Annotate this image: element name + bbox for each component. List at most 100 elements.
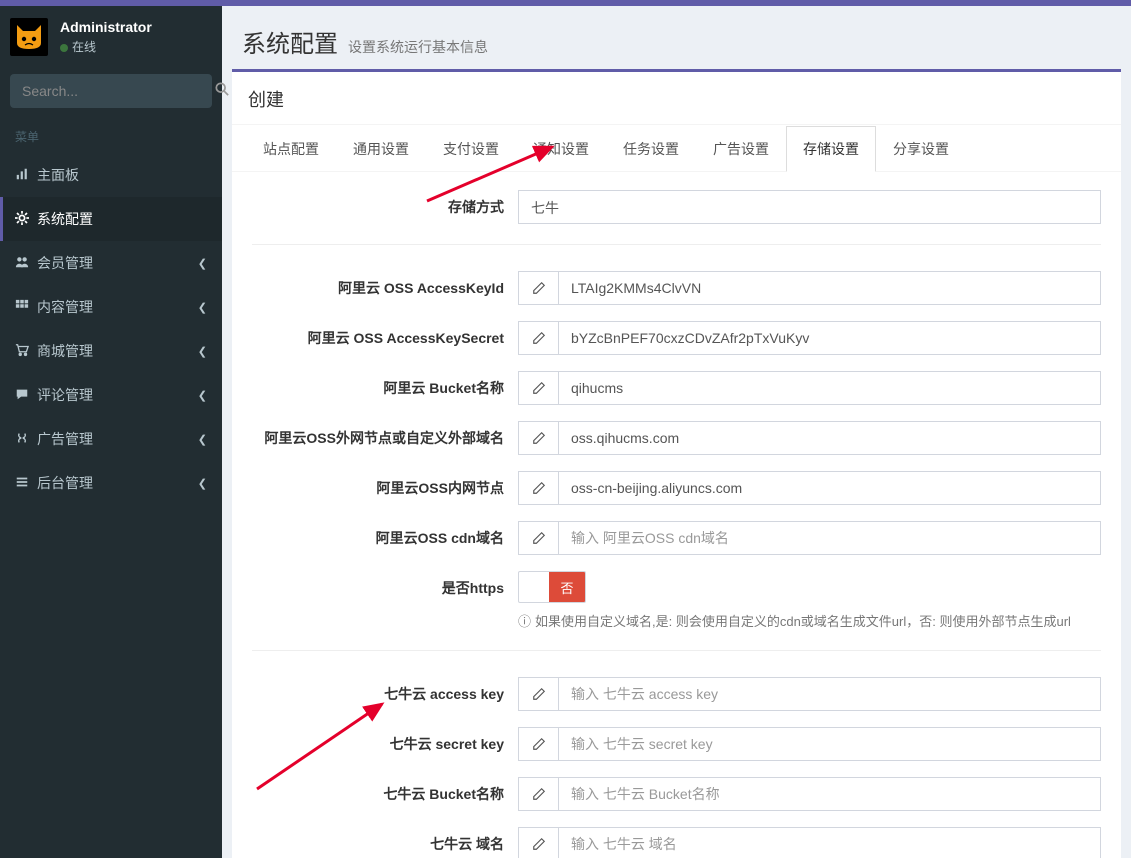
field-label: 七牛云 access key bbox=[252, 677, 518, 704]
row-b-3: 七牛云 域名 bbox=[252, 819, 1101, 858]
pencil-icon bbox=[532, 481, 546, 495]
select-storage-type[interactable]: 七牛 bbox=[518, 190, 1101, 224]
input-b-2[interactable] bbox=[558, 777, 1101, 811]
input-addon bbox=[518, 321, 558, 355]
tab-5[interactable]: 广告设置 bbox=[696, 126, 786, 172]
sidebar-item-2[interactable]: 会员管理❮ bbox=[0, 241, 222, 285]
tab-4[interactable]: 任务设置 bbox=[606, 126, 696, 172]
pencil-icon bbox=[532, 737, 546, 751]
input-addon bbox=[518, 777, 558, 811]
pencil-icon bbox=[532, 837, 546, 851]
chevron-left-icon: ❮ bbox=[198, 301, 207, 314]
https-hint: ⓘ如果使用自定义域名,是: 则会使用自定义的cdn或域名生成文件url，否: 则… bbox=[518, 611, 1101, 630]
chevron-left-icon: ❮ bbox=[198, 477, 207, 490]
sidebar-item-3[interactable]: 内容管理❮ bbox=[0, 285, 222, 329]
avatar bbox=[10, 18, 48, 56]
sidebar-item-5[interactable]: 评论管理❮ bbox=[0, 373, 222, 417]
info-icon: ⓘ bbox=[518, 614, 531, 629]
chevron-left-icon: ❮ bbox=[198, 433, 207, 446]
input-addon bbox=[518, 471, 558, 505]
input-addon bbox=[518, 271, 558, 305]
row-b-0: 七牛云 access key bbox=[252, 669, 1101, 719]
field-label: 阿里云 OSS AccessKeyId bbox=[252, 271, 518, 298]
sidebar: Administrator 在线 菜单 主面板系统配置会员管理❮内容管理❮商城管… bbox=[0, 6, 222, 858]
status-dot-icon bbox=[60, 44, 68, 52]
input-a-0[interactable] bbox=[558, 271, 1101, 305]
search-input[interactable] bbox=[10, 83, 215, 99]
form-area: 存储方式 七牛 阿里云 OSS AccessKeyId 阿里云 OSS Acces… bbox=[232, 172, 1121, 858]
cogs-icon bbox=[15, 211, 37, 228]
row-a-3: 阿里云OSS外网节点或自定义外部域名 bbox=[252, 413, 1101, 463]
input-a-4[interactable] bbox=[558, 471, 1101, 505]
input-a-3[interactable] bbox=[558, 421, 1101, 455]
separator bbox=[252, 650, 1101, 651]
input-b-1[interactable] bbox=[558, 727, 1101, 761]
row-b-2: 七牛云 Bucket名称 bbox=[252, 769, 1101, 819]
sidebar-item-0[interactable]: 主面板 bbox=[0, 153, 222, 197]
pencil-icon bbox=[532, 381, 546, 395]
tab-6[interactable]: 存储设置 bbox=[786, 126, 876, 172]
pencil-icon bbox=[532, 787, 546, 801]
tab-3[interactable]: 通知设置 bbox=[516, 126, 606, 172]
row-a-0: 阿里云 OSS AccessKeyId bbox=[252, 263, 1101, 313]
user-name: Administrator bbox=[60, 19, 152, 35]
input-a-5[interactable] bbox=[558, 521, 1101, 555]
pencil-icon bbox=[532, 687, 546, 701]
menu-header: 菜单 bbox=[0, 118, 222, 153]
field-label: 阿里云OSS内网节点 bbox=[252, 471, 518, 498]
sidebar-item-label: 会员管理 bbox=[37, 253, 198, 273]
row-storage-type: 存储方式 七牛 bbox=[252, 182, 1101, 232]
chevron-left-icon: ❮ bbox=[198, 345, 207, 358]
input-b-3[interactable] bbox=[558, 827, 1101, 858]
comment-icon bbox=[15, 387, 37, 404]
user-status: 在线 bbox=[60, 38, 152, 55]
separator bbox=[252, 244, 1101, 245]
sidebar-item-1[interactable]: 系统配置 bbox=[0, 197, 222, 241]
search-box bbox=[10, 74, 212, 108]
toggle-https[interactable]: 否 bbox=[518, 571, 586, 603]
menu: 主面板系统配置会员管理❮内容管理❮商城管理❮评论管理❮广告管理❮后台管理❮ bbox=[0, 153, 222, 505]
pencil-icon bbox=[532, 281, 546, 295]
tab-1[interactable]: 通用设置 bbox=[336, 126, 426, 172]
input-addon bbox=[518, 421, 558, 455]
input-addon bbox=[518, 371, 558, 405]
sidebar-item-label: 后台管理 bbox=[37, 473, 198, 493]
input-b-0[interactable] bbox=[558, 677, 1101, 711]
field-label: 阿里云 OSS AccessKeySecret bbox=[252, 321, 518, 348]
input-a-2[interactable] bbox=[558, 371, 1101, 405]
field-label: 阿里云 Bucket名称 bbox=[252, 371, 518, 398]
sidebar-item-4[interactable]: 商城管理❮ bbox=[0, 329, 222, 373]
tab-0[interactable]: 站点配置 bbox=[246, 126, 336, 172]
toggle-seg-on bbox=[519, 572, 549, 602]
field-label: 七牛云 secret key bbox=[252, 727, 518, 754]
panel-title: 创建 bbox=[232, 72, 1121, 125]
pencil-icon bbox=[532, 531, 546, 545]
page-title: 系统配置 bbox=[242, 24, 338, 59]
row-a-2: 阿里云 Bucket名称 bbox=[252, 363, 1101, 413]
th-icon bbox=[15, 299, 37, 316]
field-label: 七牛云 域名 bbox=[252, 827, 518, 854]
input-addon bbox=[518, 727, 558, 761]
row-https: 是否https 否 ⓘ如果使用自定义域名,是: 则会使用自定义的cdn或域名生成… bbox=[252, 563, 1101, 638]
tab-7[interactable]: 分享设置 bbox=[876, 126, 966, 172]
label-storage-type: 存储方式 bbox=[252, 190, 518, 217]
chevron-left-icon: ❮ bbox=[198, 389, 207, 402]
label-https: 是否https bbox=[252, 571, 518, 598]
panel: 创建 站点配置通用设置支付设置通知设置任务设置广告设置存储设置分享设置 存储方式… bbox=[232, 69, 1121, 858]
pencil-icon bbox=[532, 331, 546, 345]
page-header: 系统配置 设置系统运行基本信息 bbox=[222, 6, 1131, 69]
user-panel: Administrator 在线 bbox=[0, 6, 222, 68]
joomla-icon bbox=[15, 431, 37, 448]
input-a-1[interactable] bbox=[558, 321, 1101, 355]
sidebar-item-6[interactable]: 广告管理❮ bbox=[0, 417, 222, 461]
cat-logo-icon bbox=[13, 21, 45, 53]
field-label: 七牛云 Bucket名称 bbox=[252, 777, 518, 804]
sidebar-item-label: 系统配置 bbox=[37, 209, 207, 229]
sidebar-item-7[interactable]: 后台管理❮ bbox=[0, 461, 222, 505]
bars-icon bbox=[15, 475, 37, 492]
tab-2[interactable]: 支付设置 bbox=[426, 126, 516, 172]
field-label: 阿里云OSS外网节点或自定义外部域名 bbox=[252, 421, 518, 448]
sidebar-item-label: 内容管理 bbox=[37, 297, 198, 317]
tabs: 站点配置通用设置支付设置通知设置任务设置广告设置存储设置分享设置 bbox=[232, 125, 1121, 172]
field-label: 阿里云OSS cdn域名 bbox=[252, 521, 518, 548]
